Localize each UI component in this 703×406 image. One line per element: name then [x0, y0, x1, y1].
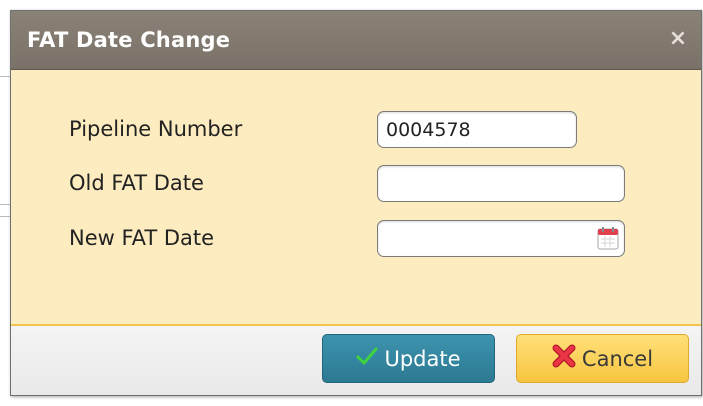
dialog-title: FAT Date Change: [27, 28, 231, 52]
x-mark-icon: [552, 344, 576, 373]
pipeline-number-input[interactable]: [377, 111, 577, 148]
calendar-icon[interactable]: [597, 226, 619, 250]
old-fat-date-input[interactable]: [377, 165, 625, 202]
cancel-button-label: Cancel: [581, 346, 654, 371]
old-fat-date-label: Old FAT Date: [69, 171, 204, 195]
checkmark-icon: [356, 346, 378, 371]
dialog-footer: Update Cancel: [11, 326, 701, 395]
new-fat-date-label: New FAT Date: [69, 226, 215, 250]
dialog-titlebar[interactable]: FAT Date Change ×: [11, 11, 701, 70]
new-fat-date-input[interactable]: [377, 220, 625, 257]
dialog-content: Pipeline Number Old FAT Date New FAT Dat…: [11, 71, 701, 324]
update-button[interactable]: Update: [322, 334, 495, 383]
fat-date-change-dialog: FAT Date Change × Pipeline Number Old FA…: [10, 10, 702, 396]
new-fat-date-picker: [377, 220, 625, 257]
close-icon[interactable]: ×: [665, 25, 691, 51]
pipeline-number-label: Pipeline Number: [69, 117, 243, 141]
update-button-label: Update: [384, 346, 461, 371]
cancel-button[interactable]: Cancel: [516, 334, 689, 383]
